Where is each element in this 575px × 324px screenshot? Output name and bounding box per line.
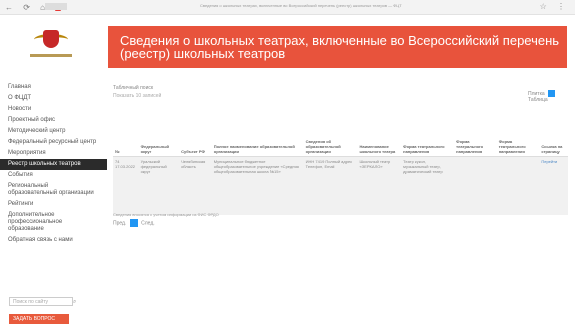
sidebar-item[interactable]: Дополнительное профессиональное образова… <box>0 210 107 235</box>
sidebar-item[interactable]: Федеральный ресурсный центр <box>0 137 107 148</box>
open-link[interactable]: Перейти <box>539 156 568 215</box>
table-cell: Уральский федеральный округ <box>138 156 180 215</box>
sidebar-menu: Главная О ФЦДТ Новости Проектный офис Методи… <box>0 82 107 246</box>
view-active-indicator[interactable] <box>548 90 556 97</box>
sidebar-item[interactable]: Проектный офис <box>0 115 107 126</box>
column-header[interactable]: Федеральный округ <box>138 110 180 157</box>
filter-page-size[interactable]: Показать 10 записей <box>113 93 161 99</box>
site-logo[interactable] <box>30 30 72 64</box>
ask-question-button[interactable]: ЗАДАТЬ ВОПРОС <box>9 314 69 324</box>
table-filter[interactable]: Табличный поиск Показать 10 записей <box>113 85 161 99</box>
column-header[interactable]: № <box>113 110 139 157</box>
column-header[interactable]: Форма театрального направления <box>496 110 540 157</box>
sidebar-item[interactable]: Рейтинги <box>0 199 107 210</box>
sidebar-item[interactable]: Региональный образовательный организации <box>0 181 107 199</box>
page-url-text: Сведения о школьных театрах, включенные … <box>200 3 402 8</box>
column-header[interactable]: Форма театрального направления <box>454 110 497 157</box>
search-icon[interactable]: ⌕ <box>73 298 76 307</box>
sidebar-item[interactable]: Обратная связь с нами <box>0 235 107 246</box>
table-cell: ИНН 7419 Полный адрес Телефон, Email <box>303 156 358 215</box>
column-header[interactable]: Полное наименование образовательной орга… <box>211 110 304 157</box>
sidebar-item[interactable]: Мероприятия <box>0 148 107 159</box>
sidebar-item[interactable]: Методический центр <box>0 126 107 137</box>
theatres-table: № Федеральный округ Субъект РФ Полное наиме… <box>113 110 568 215</box>
table-row: 74 17.03.2022 Уральский федеральный округ… <box>113 156 568 215</box>
address-bar[interactable] <box>45 3 67 10</box>
pager-next-button[interactable]: След. <box>141 220 155 226</box>
table-cell: Муниципальное бюджетное общеобразователь… <box>211 156 304 215</box>
table-header-row: № Федеральный округ Субъект РФ Полное наиме… <box>113 110 568 157</box>
pagination: Пред. След. <box>113 219 155 227</box>
column-header[interactable]: Наименование школьного театра <box>357 110 402 157</box>
view-tiles-button[interactable]: Плитка <box>528 91 545 97</box>
sidebar: Главная О ФЦДТ Новости Проектный офис Методи… <box>0 14 107 324</box>
filter-label: Табличный поиск <box>113 85 154 91</box>
logo-caption <box>30 54 72 57</box>
table-cell <box>496 156 540 215</box>
sidebar-item[interactable]: Новости <box>0 104 107 115</box>
pager-prev-button[interactable]: Пред. <box>113 220 126 226</box>
sidebar-item[interactable]: Реестр школьных театров <box>0 159 107 170</box>
browser-toolbar: ← ⟳ ⌂ Сведения о школьных театрах, включ… <box>0 0 575 15</box>
column-header[interactable]: Ссылка на страницу <box>539 110 568 157</box>
sidebar-item[interactable]: События <box>0 170 107 181</box>
table-cell: Театр кукол, музыкальный театр, драматич… <box>401 156 455 215</box>
column-header[interactable]: Форма театрального направления <box>401 110 455 157</box>
table-cell: Челябинская область <box>179 156 212 215</box>
search-input[interactable]: Поиск по сайту ⌕ <box>9 297 76 307</box>
column-header[interactable]: Субъект РФ <box>179 110 212 157</box>
page-banner: Сведения о школьных театрах, включенные … <box>108 26 567 68</box>
table-cell <box>454 156 497 215</box>
view-toggle: Плитка Таблица <box>528 90 575 103</box>
page-title: Сведения о школьных театрах, включенные … <box>120 33 560 61</box>
sidebar-item[interactable]: Главная <box>0 82 107 93</box>
browser-menu-icons[interactable]: ☆ ⋮ <box>540 2 569 11</box>
table-note: Сведения вносятся с учетом информации из… <box>113 212 219 217</box>
pager-current-page[interactable] <box>129 219 138 227</box>
coat-of-arms-icon <box>43 30 59 48</box>
column-header[interactable]: Сведения об образовательной организации <box>303 110 358 157</box>
table-cell: Школьный театр «ЗЕРКАЛО» <box>357 156 402 215</box>
view-table-button[interactable]: Таблица <box>528 97 548 103</box>
sidebar-item[interactable]: О ФЦДТ <box>0 93 107 104</box>
table-cell: 74 17.03.2022 <box>113 156 139 215</box>
